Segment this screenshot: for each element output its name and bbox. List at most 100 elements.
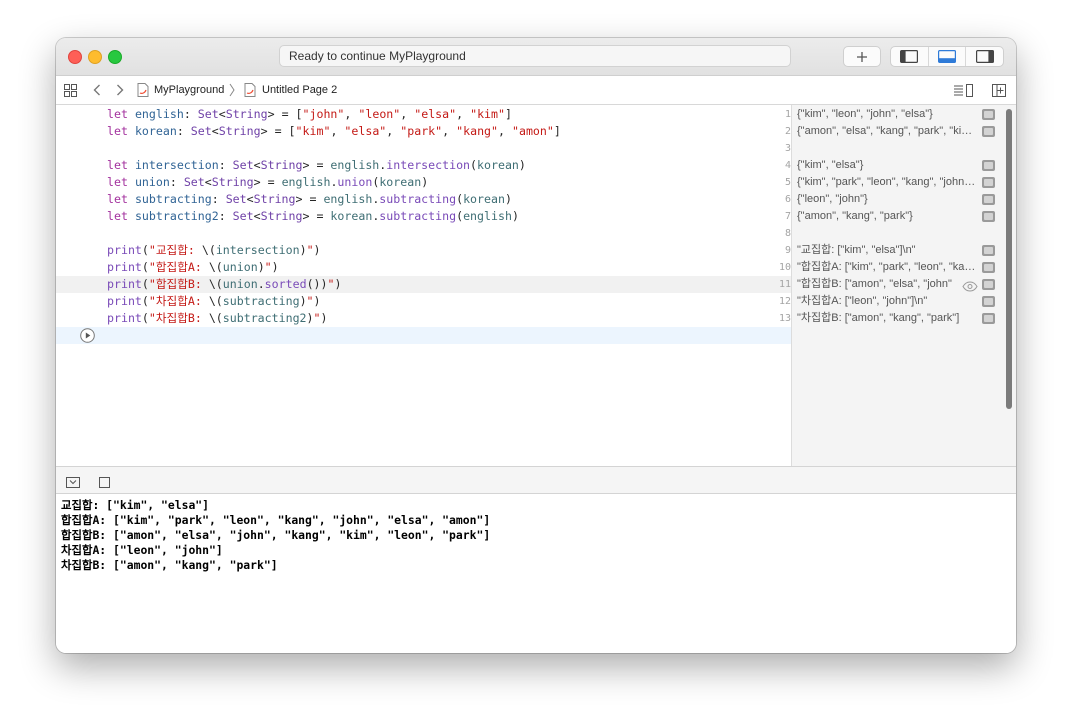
code-token: ) [504, 192, 512, 206]
code-token: " [327, 277, 335, 291]
line-number: 12 [778, 296, 791, 307]
code-token: english [323, 192, 373, 206]
code-token: "교집합: [148, 243, 202, 257]
toggle-navigator-button[interactable] [891, 47, 929, 66]
hide-debug-area-button[interactable] [66, 475, 80, 493]
code-token: < [246, 192, 254, 206]
code-line[interactable]: 8 [56, 225, 791, 242]
result-value: {"leon", "john"} [797, 193, 868, 205]
code-token: print [107, 243, 142, 257]
add-button[interactable] [843, 46, 881, 67]
toggle-debug-area-button[interactable] [929, 47, 967, 66]
add-editor-button[interactable] [992, 76, 1006, 104]
toggle-inspector-button[interactable] [966, 47, 1003, 66]
show-result-button[interactable] [982, 279, 995, 290]
minimize-button[interactable] [88, 50, 102, 64]
code-line[interactable]: 2 let korean: Set<String> = ["kim", "elsa… [56, 123, 791, 140]
show-result-button[interactable] [982, 262, 995, 273]
code-token: > = [ [267, 107, 303, 121]
code-text: let korean: Set<String> = ["kim", "elsa"… [107, 123, 561, 140]
code-token: ( [456, 209, 464, 223]
current-line[interactable] [56, 327, 791, 344]
quick-look-button[interactable] [962, 279, 978, 292]
code-token: " [306, 294, 314, 308]
run-button[interactable] [80, 328, 95, 343]
code-token: "leon" [358, 107, 401, 121]
show-result-button[interactable] [982, 160, 995, 171]
code-token: print [107, 277, 142, 291]
line-number: 6 [784, 194, 791, 205]
titlebar: Ready to continue MyPlayground [56, 38, 1016, 76]
code-token: ) [257, 260, 265, 274]
code-token: korean [379, 175, 422, 189]
editor-options-icon [954, 83, 973, 97]
code-line[interactable]: 5 let union: Set<String> = english.union(… [56, 174, 791, 191]
editor-options-button[interactable] [954, 76, 973, 104]
code-text: let intersection: Set<String> = english.… [107, 157, 526, 174]
code-token: subtracting2 [222, 311, 307, 325]
plus-icon [857, 51, 867, 62]
line-number: 3 [784, 143, 791, 154]
result-value: "합집합A: ["kim", "park", "leon", "kang", "… [797, 261, 977, 273]
code-token: let [107, 107, 128, 121]
show-result-button[interactable] [982, 211, 995, 222]
line-number: 9 [784, 245, 791, 256]
code-token: < [253, 209, 261, 223]
forward-button[interactable] [116, 76, 124, 104]
code-token: ) [313, 243, 321, 257]
code-token: ( [141, 260, 149, 274]
show-result-button[interactable] [982, 194, 995, 205]
zoom-button[interactable] [108, 50, 122, 64]
show-result-button[interactable] [982, 313, 995, 324]
code-line[interactable]: 6 let subtracting: Set<String> = english.… [56, 191, 791, 208]
line-number: 2 [784, 126, 791, 137]
code-line[interactable]: 7 let subtracting2: Set<String> = korean.… [56, 208, 791, 225]
code-token: ] [505, 107, 512, 121]
show-result-button[interactable] [982, 126, 995, 137]
show-result-button[interactable] [982, 296, 995, 307]
code-line[interactable]: 13 print("차집합B: \(subtracting2)") [56, 310, 791, 327]
code-token: korean [463, 192, 505, 206]
page-icon [244, 83, 256, 97]
code-token: korean [330, 209, 373, 223]
console-output[interactable]: 교집합: ["kim", "elsa"] 합집합A: ["kim", "park"… [56, 494, 1016, 653]
jump-bar: MyPlayground Untitled Page 2 [56, 76, 1016, 105]
right-panel-icon [975, 50, 994, 63]
result-value: "교집합: ["kim", "elsa"]\n" [797, 244, 916, 256]
result-value: {"amon", "kang", "park"} [797, 210, 913, 222]
code-text: let subtracting: Set<String> = english.s… [107, 191, 512, 208]
code-token: , [400, 107, 415, 121]
code-token: > = [302, 158, 331, 172]
close-button[interactable] [68, 50, 82, 64]
code-token: , [330, 124, 345, 138]
code-line[interactable]: 11 print("합집합B: \(union.sorted())") [56, 276, 791, 293]
results-scrollbar[interactable] [1006, 109, 1012, 409]
code-text: print("차집합A: \(subtracting)") [107, 293, 321, 310]
grid-icon [64, 83, 77, 97]
code-token: , [442, 124, 457, 138]
breadcrumb-playground[interactable]: MyPlayground [137, 76, 236, 104]
code-line[interactable]: 4 let intersection: Set<String> = english… [56, 157, 791, 174]
code-token: subtracting [134, 192, 212, 206]
code-line[interactable]: 9 print("교집합: \(intersection)") [56, 242, 791, 259]
code-line[interactable]: 10 print("합집합A: \(union)") [56, 259, 791, 276]
code-line[interactable]: 3 [56, 140, 791, 157]
related-items-button[interactable] [64, 76, 77, 104]
code-line[interactable]: 12 print("차집합A: \(subtracting)") [56, 293, 791, 310]
code-token: "john" [302, 107, 345, 121]
code-token: ( [141, 277, 149, 291]
breadcrumb-page[interactable]: Untitled Page 2 [244, 76, 337, 104]
show-result-button[interactable] [982, 177, 995, 188]
code-token: : [183, 107, 198, 121]
code-token: Set [232, 209, 254, 223]
show-result-button[interactable] [982, 245, 995, 256]
code-token: > = [253, 175, 282, 189]
show-result-button[interactable] [982, 109, 995, 120]
clear-console-button[interactable] [99, 475, 110, 493]
code-token: String [260, 209, 303, 223]
line-number: 5 [784, 177, 791, 188]
back-button[interactable] [93, 76, 101, 104]
source-editor[interactable]: 1 let english: Set<String> = ["john", "le… [56, 105, 791, 466]
code-line[interactable]: 1 let english: Set<String> = ["john", "le… [56, 106, 791, 123]
